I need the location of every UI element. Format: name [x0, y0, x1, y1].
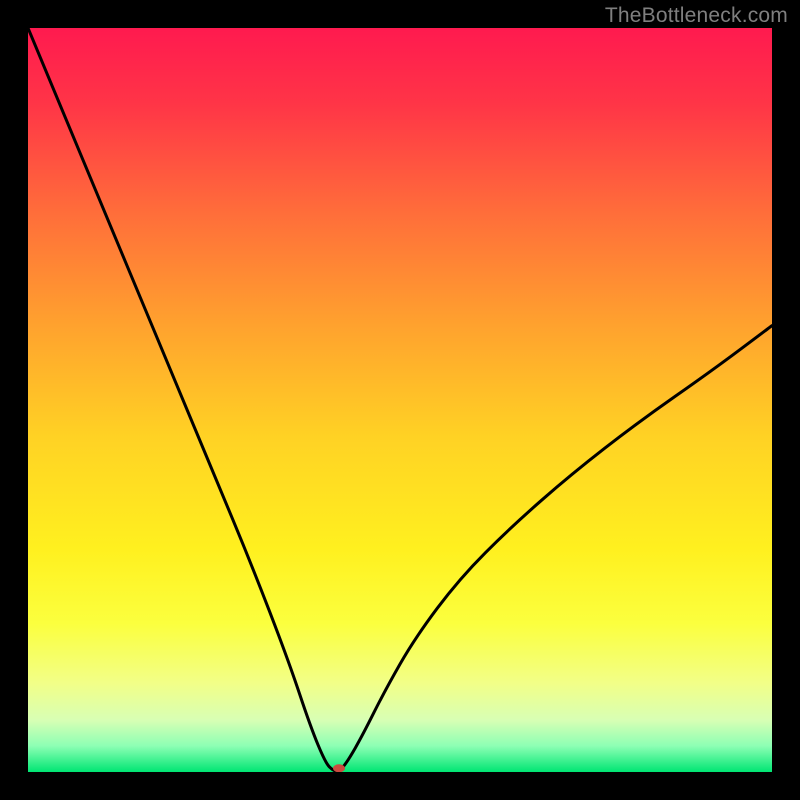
gradient-background — [28, 28, 772, 772]
plot-area — [28, 28, 772, 772]
chart-frame: TheBottleneck.com — [0, 0, 800, 800]
watermark-text: TheBottleneck.com — [605, 4, 788, 28]
chart-svg — [28, 28, 772, 772]
minimum-marker — [333, 764, 345, 772]
